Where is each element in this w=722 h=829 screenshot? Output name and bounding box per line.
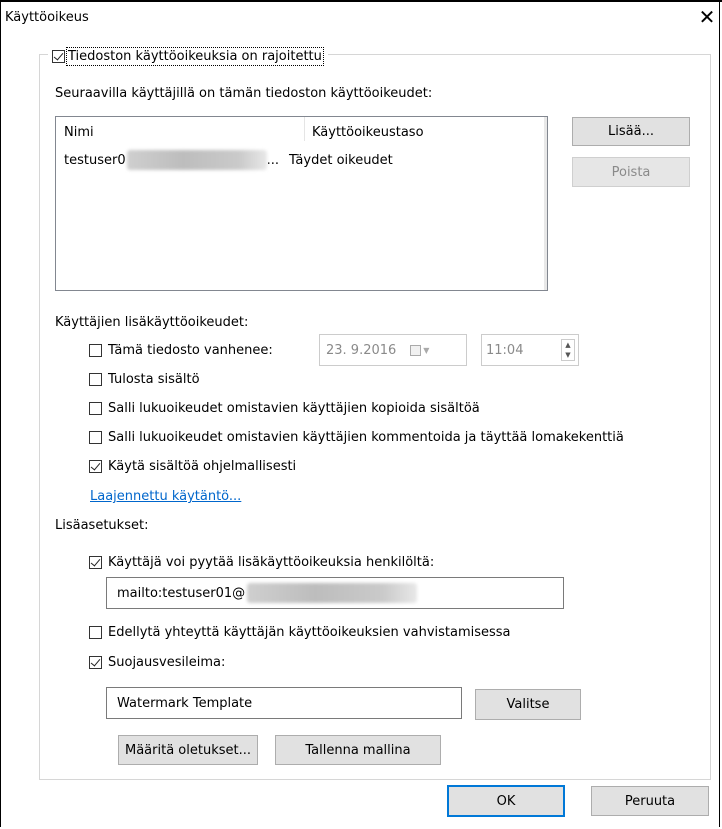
- watermark-label: Suojausvesileima:: [108, 654, 226, 670]
- expires-row[interactable]: Tämä tiedosto vanhenee:: [89, 338, 273, 362]
- expiry-time-field[interactable]: 11:04 ▲ ▼: [481, 334, 579, 366]
- watermark-checkbox[interactable]: [89, 655, 102, 669]
- additional-rights-heading: Käyttäjien lisäkäyttöoikeudet:: [55, 315, 249, 330]
- programmatic-label: Käytä sisältöä ohjelmallisesti: [108, 458, 297, 474]
- restrict-label: Tiedoston käyttöoikeuksia on rajoitettu: [66, 46, 324, 66]
- restrict-checkbox[interactable]: [52, 49, 65, 63]
- calendar-icon[interactable]: ▼: [410, 344, 429, 356]
- request-email-value: mailto:testuser01@: [117, 585, 246, 601]
- dialog-title: Käyttöoikeus: [5, 10, 89, 25]
- expiry-date-value: 23. 9.2016: [326, 342, 397, 358]
- users-list[interactable]: Nimi Käyttöoikeustaso testuser0 ... Täyd…: [55, 116, 548, 291]
- close-icon[interactable]: ✕: [696, 4, 718, 30]
- remove-user-button[interactable]: Poista: [572, 157, 690, 187]
- restrict-checkbox-row[interactable]: Tiedoston käyttöoikeuksia on rajoitettu: [48, 44, 328, 68]
- column-separator[interactable]: [304, 117, 305, 141]
- verify-row[interactable]: Edellytä yhteyttä käyttäjän käyttöoikeuk…: [89, 620, 511, 644]
- list-scroll-edge: [544, 117, 547, 290]
- print-row[interactable]: Tulosta sisältö: [89, 367, 200, 391]
- redacted-email: [247, 583, 418, 603]
- request-label: Käyttäjä voi pyytää lisäkäyttöoikeuksia …: [108, 554, 435, 570]
- print-label: Tulosta sisältö: [108, 371, 200, 387]
- expiry-date-field[interactable]: 23. 9.2016 ▼: [319, 334, 467, 366]
- watermark-value: Watermark Template: [117, 695, 253, 711]
- column-level-header[interactable]: Käyttöoikeustaso: [312, 125, 424, 140]
- table-row[interactable]: testuser0 ... Täydet oikeudet: [64, 150, 393, 170]
- copy-row[interactable]: Salli lukuoikeudet omistavien käyttäjien…: [89, 396, 480, 420]
- comment-label: Salli lukuoikeudet omistavien käyttäjien…: [108, 429, 624, 445]
- user-access-level: Täydet oikeudet: [289, 152, 393, 168]
- set-defaults-button[interactable]: Määritä oletukset...: [118, 735, 258, 765]
- comment-row[interactable]: Salli lukuoikeudet omistavien käyttäjien…: [89, 425, 624, 449]
- add-user-button[interactable]: Lisää...: [572, 117, 690, 146]
- request-checkbox[interactable]: [89, 555, 102, 569]
- expiry-time-value: 11:04: [486, 342, 524, 358]
- user-name-ellipsis: ...: [266, 152, 279, 168]
- watermark-field[interactable]: Watermark Template: [106, 687, 462, 719]
- ok-button[interactable]: OK: [447, 785, 565, 817]
- expires-checkbox[interactable]: [89, 343, 102, 357]
- copy-label: Salli lukuoikeudet omistavien käyttäjien…: [108, 400, 480, 416]
- cancel-button[interactable]: Peruuta: [591, 786, 709, 816]
- settings-heading: Lisäasetukset:: [55, 518, 149, 533]
- programmatic-checkbox[interactable]: [89, 459, 102, 473]
- save-template-button[interactable]: Tallenna mallina: [275, 735, 441, 765]
- user-name: testuser0: [64, 152, 126, 168]
- redacted-user-name: [126, 150, 267, 170]
- watermark-row[interactable]: Suojausvesileima:: [89, 650, 225, 674]
- programmatic-row[interactable]: Käytä sisältöä ohjelmallisesti: [89, 454, 296, 478]
- spin-up-down-icon[interactable]: ▲ ▼: [561, 339, 575, 361]
- print-checkbox[interactable]: [89, 372, 102, 386]
- copy-checkbox[interactable]: [89, 401, 102, 415]
- verify-checkbox[interactable]: [89, 625, 102, 639]
- request-row[interactable]: Käyttäjä voi pyytää lisäkäyttöoikeuksia …: [89, 550, 434, 574]
- users-heading: Seuraavilla käyttäjillä on tämän tiedost…: [55, 86, 433, 101]
- comment-checkbox[interactable]: [89, 430, 102, 444]
- expires-label: Tämä tiedosto vanhenee:: [108, 342, 273, 358]
- advanced-policy-link[interactable]: Laajennettu käytäntö...: [90, 489, 241, 504]
- verify-label: Edellytä yhteyttä käyttäjän käyttöoikeuk…: [108, 624, 511, 640]
- select-watermark-button[interactable]: Valitse: [475, 689, 581, 720]
- request-email-field[interactable]: mailto:testuser01@: [106, 577, 564, 609]
- column-name-header[interactable]: Nimi: [64, 125, 94, 140]
